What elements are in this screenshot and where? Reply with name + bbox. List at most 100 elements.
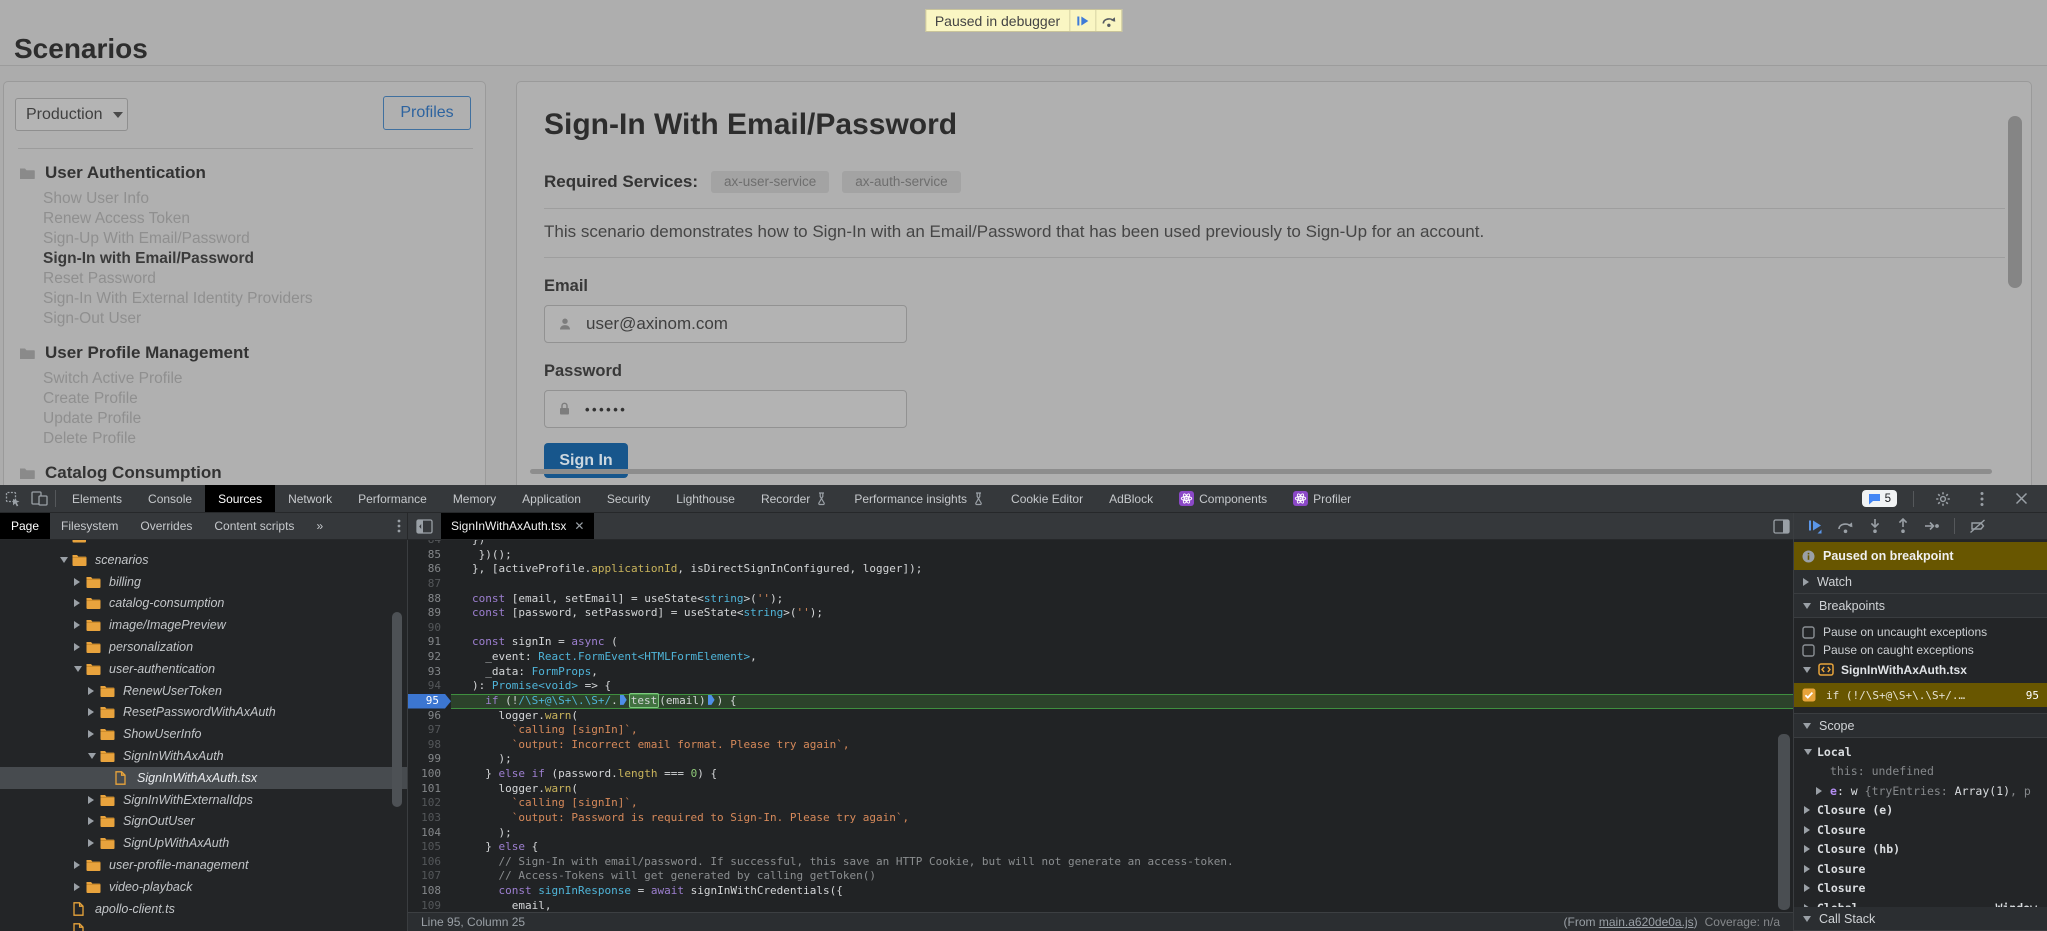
scope-entry[interactable]: e: w {tryEntries: Array(1), p xyxy=(1794,781,2047,801)
editor-tab[interactable]: SignInWithAxAuth.tsx ✕ xyxy=(441,513,594,539)
scope-entry-closure[interactable]: Closure xyxy=(1794,820,2047,840)
close-tab-icon[interactable]: ✕ xyxy=(574,519,584,533)
email-field[interactable]: user@axinom.com xyxy=(544,305,907,343)
sidebar-item-sign-in-with-email-password[interactable]: Sign-In with Email/Password xyxy=(43,249,485,269)
code-line[interactable]: 90 xyxy=(408,621,1793,636)
devtools-tab-performance-insights[interactable]: Performance insights xyxy=(841,485,998,512)
devtools-tab-memory[interactable]: Memory xyxy=(440,485,509,512)
code-line[interactable]: 109 email, xyxy=(408,899,1793,912)
pause-uncaught-row[interactable]: Pause on uncaught exceptions xyxy=(1794,623,2047,641)
breakpoint-line-number[interactable]: 95 xyxy=(408,694,451,709)
scope-entry-closure[interactable]: Closure xyxy=(1794,879,2047,899)
code-line[interactable]: 92 _event: React.FormEvent<HTMLFormEleme… xyxy=(408,650,1793,665)
line-number[interactable]: 91 xyxy=(408,635,451,650)
code-line[interactable]: 107 // Access-Tokens will get generated … xyxy=(408,869,1793,884)
navigator-tab-filesystem[interactable]: Filesystem xyxy=(50,513,129,539)
line-number[interactable]: 98 xyxy=(408,738,451,753)
tree-item-partial[interactable] xyxy=(0,920,407,931)
step-over-icon[interactable] xyxy=(1837,519,1854,534)
devtools-tab-application[interactable]: Application xyxy=(509,485,594,512)
code-line[interactable]: 99 ); xyxy=(408,752,1793,767)
step-icon[interactable] xyxy=(1924,519,1940,533)
navigator-scrollbar[interactable] xyxy=(392,612,402,807)
line-number[interactable]: 109 xyxy=(408,899,451,912)
scope-entry-closure-hb-[interactable]: Closure (hb) xyxy=(1794,840,2047,860)
code-line[interactable]: 87 xyxy=(408,577,1793,592)
horizontal-scrollbar[interactable] xyxy=(530,469,1992,474)
line-number[interactable]: 94 xyxy=(408,679,451,694)
line-number[interactable]: 84 xyxy=(408,540,451,548)
devtools-tab-elements[interactable]: Elements xyxy=(59,485,135,512)
code-line[interactable]: 106 // Sign-In with email/password. If s… xyxy=(408,855,1793,870)
nav-section-title[interactable]: User Profile Management xyxy=(19,342,485,364)
kebab-menu-icon[interactable] xyxy=(1969,491,1995,507)
collapse-debugger-icon[interactable] xyxy=(1773,513,1790,539)
deactivate-breakpoints-icon[interactable] xyxy=(1969,519,1986,534)
code-editor[interactable]: 84})85 })();86}, [activeProfile.applicat… xyxy=(408,540,1793,912)
call-stack-section[interactable]: Call Stack xyxy=(1794,907,2047,931)
code-line[interactable]: 104 ); xyxy=(408,826,1793,841)
line-number[interactable]: 85 xyxy=(408,548,451,563)
code-line[interactable]: 96 logger.warn( xyxy=(408,709,1793,724)
devtools-tab-profiler[interactable]: Profiler xyxy=(1280,485,1364,512)
breakpoint-file-row[interactable]: SignInWithAxAuth.tsx xyxy=(1794,659,2047,680)
editor-scrollbar[interactable] xyxy=(1778,734,1790,910)
step-over-icon[interactable] xyxy=(1095,10,1121,31)
scope-entry-local[interactable]: Local xyxy=(1794,742,2047,762)
tree-item-user-authentication[interactable]: user-authentication xyxy=(0,658,407,680)
line-number[interactable]: 97 xyxy=(408,723,451,738)
devtools-tab-cookie-editor[interactable]: Cookie Editor xyxy=(998,485,1096,512)
issues-counter[interactable]: 5 xyxy=(1862,490,1897,507)
tree-item-personalization[interactable]: personalization xyxy=(0,636,407,658)
tree-item-video-playback[interactable]: video-playback xyxy=(0,876,407,898)
code-line[interactable]: 100 } else if (password.length === 0) { xyxy=(408,767,1793,782)
tree-item-catalog-consumption[interactable]: catalog-consumption xyxy=(0,593,407,615)
sidebar-item-delete-profile[interactable]: Delete Profile xyxy=(43,429,485,449)
tree-item-signinwithaxauth[interactable]: SignInWithAxAuth xyxy=(0,745,407,767)
code-line[interactable]: 91const signIn = async ( xyxy=(408,635,1793,650)
line-number[interactable]: 93 xyxy=(408,665,451,680)
line-number[interactable]: 87 xyxy=(408,577,451,592)
line-number[interactable]: 105 xyxy=(408,840,451,855)
pause-caught-row[interactable]: Pause on caught exceptions xyxy=(1794,641,2047,659)
watch-section[interactable]: Watch xyxy=(1794,570,2047,594)
profiles-button[interactable]: Profiles xyxy=(383,96,471,130)
tree-item-apollo-client-ts[interactable]: apollo-client.ts xyxy=(0,898,407,920)
code-line[interactable]: 101 logger.warn( xyxy=(408,782,1793,797)
inspect-element-icon[interactable] xyxy=(0,485,26,512)
sidebar-item-switch-active-profile[interactable]: Switch Active Profile xyxy=(43,369,485,389)
code-line[interactable]: 86}, [activeProfile.applicationId, isDir… xyxy=(408,562,1793,577)
code-line[interactable]: 102 `calling [signIn]`, xyxy=(408,796,1793,811)
code-line-paused[interactable]: 95 if (!/\S+@\S+\.\S+/.test(email)) { xyxy=(408,694,1793,709)
line-number[interactable]: 96 xyxy=(408,709,451,724)
scope-entry-closure[interactable]: Closure xyxy=(1794,859,2047,879)
line-number[interactable]: 88 xyxy=(408,592,451,607)
sidebar-item-renew-access-token[interactable]: Renew Access Token xyxy=(43,209,485,229)
code-line[interactable]: 103 `output: Password is required to Sig… xyxy=(408,811,1793,826)
sidebar-item-reset-password[interactable]: Reset Password xyxy=(43,269,485,289)
navigator-kebab-icon[interactable] xyxy=(397,513,401,539)
tree-item-signoutuser[interactable]: SignOutUser xyxy=(0,811,407,833)
step-into-icon[interactable] xyxy=(1868,518,1882,534)
devtools-tab-adblock[interactable]: AdBlock xyxy=(1096,485,1166,512)
gear-icon[interactable] xyxy=(1930,491,1956,507)
sidebar-item-sign-up-with-email-password[interactable]: Sign-Up With Email/Password xyxy=(43,229,485,249)
tree-item-resetpasswordwithaxauth[interactable]: ResetPasswordWithAxAuth xyxy=(0,702,407,724)
line-number[interactable]: 107 xyxy=(408,869,451,884)
sidebar-item-update-profile[interactable]: Update Profile xyxy=(43,409,485,429)
breakpoints-section[interactable]: Breakpoints xyxy=(1794,594,2047,618)
tree-item-renewusertoken[interactable]: RenewUserToken xyxy=(0,680,407,702)
code-line[interactable]: 98 `output: Incorrect email format. Plea… xyxy=(408,738,1793,753)
line-number[interactable]: 92 xyxy=(408,650,451,665)
navigator-tab--[interactable]: » xyxy=(305,513,334,539)
sidebar-item-show-user-info[interactable]: Show User Info xyxy=(43,189,485,209)
line-number[interactable]: 102 xyxy=(408,796,451,811)
scope-section[interactable]: Scope xyxy=(1794,714,2047,738)
code-line[interactable]: 85 })(); xyxy=(408,548,1793,563)
close-devtools-icon[interactable] xyxy=(2008,492,2034,505)
sidebar-item-create-profile[interactable]: Create Profile xyxy=(43,389,485,409)
navigator-tab-content-scripts[interactable]: Content scripts xyxy=(203,513,305,539)
tree-item-billing[interactable]: billing xyxy=(0,571,407,593)
line-number[interactable]: 90 xyxy=(408,621,451,636)
line-number[interactable]: 86 xyxy=(408,562,451,577)
